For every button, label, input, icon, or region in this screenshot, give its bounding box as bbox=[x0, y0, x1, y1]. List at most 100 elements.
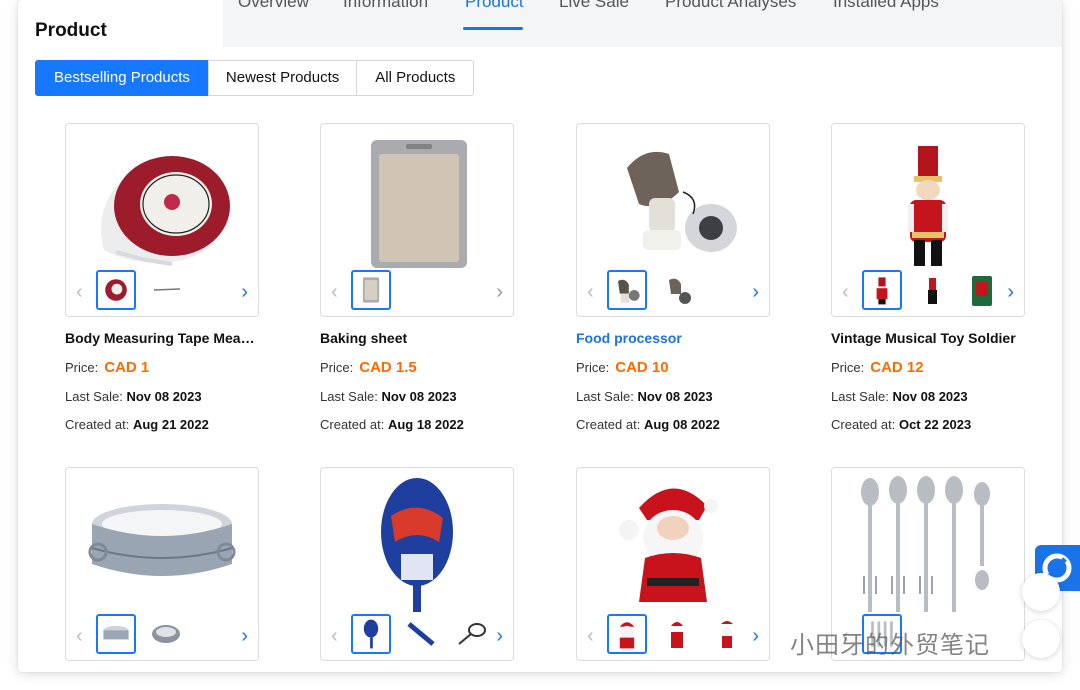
last-sale-date: Nov 08 2023 bbox=[892, 389, 968, 404]
thumbnail-strip bbox=[351, 614, 491, 654]
product-image bbox=[908, 146, 948, 266]
thumbnail[interactable] bbox=[96, 270, 136, 310]
thumbnail-strip bbox=[96, 270, 186, 310]
next-image-arrow[interactable]: › bbox=[752, 282, 759, 302]
product-image-carousel: ‹ › bbox=[65, 467, 259, 661]
product-card[interactable]: ‹ › Body Measuring Tape Meas... Price: CA… bbox=[65, 123, 259, 432]
product-price: CAD 12 bbox=[870, 359, 924, 376]
created-date: Aug 18 2022 bbox=[387, 417, 464, 432]
top-tab-bar: Overview Information Product Live Sale P… bbox=[223, 0, 1062, 47]
thumbnail-strip bbox=[607, 614, 747, 654]
price-label: Price: bbox=[831, 360, 865, 375]
product-card[interactable]: ‹ › bbox=[65, 467, 259, 661]
thumbnail[interactable] bbox=[962, 270, 1002, 310]
product-price-row: Price: CAD 10 bbox=[576, 359, 770, 376]
last-sale-label: Last Sale: bbox=[576, 389, 634, 404]
product-card[interactable]: ‹ › bbox=[576, 467, 770, 661]
product-image bbox=[619, 488, 718, 602]
created-date: Oct 22 2023 bbox=[898, 417, 972, 432]
prev-image-arrow[interactable]: ‹ bbox=[331, 626, 338, 646]
tab-product-analyses[interactable]: Product Analyses bbox=[665, 0, 796, 12]
floating-action-button[interactable] bbox=[1022, 573, 1060, 611]
next-image-arrow[interactable]: › bbox=[496, 626, 503, 646]
next-image-arrow[interactable]: › bbox=[496, 282, 503, 302]
product-price-row: Price: CAD 12 bbox=[831, 359, 1025, 376]
product-card[interactable]: ‹ › Baking sheet Price: CAD 1.5 Last Sale… bbox=[320, 123, 514, 432]
product-image-carousel: ‹ › bbox=[831, 123, 1025, 317]
product-card[interactable]: ‹ › bbox=[320, 467, 514, 661]
next-image-arrow[interactable]: › bbox=[752, 626, 759, 646]
product-card[interactable]: ‹ › Food processor Price: CAD 10 Last Sal… bbox=[576, 123, 770, 432]
thumbnail[interactable] bbox=[707, 614, 747, 654]
product-price: CAD 1 bbox=[104, 359, 150, 376]
created-row: Created at: Aug 18 2022 bbox=[320, 417, 514, 432]
product-name[interactable]: Food processor bbox=[576, 330, 770, 346]
product-panel: Product Overview Information Product Liv… bbox=[18, 0, 1062, 672]
thumbnail[interactable] bbox=[351, 614, 391, 654]
product-image-carousel: ‹ › bbox=[576, 467, 770, 661]
all-products-button[interactable]: All Products bbox=[356, 60, 475, 96]
last-sale-date: Nov 08 2023 bbox=[381, 389, 457, 404]
thumbnail-strip bbox=[351, 270, 391, 310]
next-image-arrow[interactable]: › bbox=[241, 626, 248, 646]
created-date: Aug 21 2022 bbox=[132, 417, 209, 432]
thumbnail[interactable] bbox=[96, 614, 136, 654]
newest-products-button[interactable]: Newest Products bbox=[207, 60, 358, 96]
thumbnail[interactable] bbox=[657, 614, 697, 654]
product-card[interactable]: ‹ › Vintage Musical Toy Soldier Price: CA… bbox=[831, 123, 1025, 432]
thumbnail[interactable] bbox=[862, 270, 902, 310]
last-sale-label: Last Sale: bbox=[65, 389, 123, 404]
page-title: Product bbox=[35, 20, 107, 41]
tab-product[interactable]: Product bbox=[465, 0, 524, 12]
tab-live-sale[interactable]: Live Sale bbox=[559, 0, 629, 12]
last-sale-date: Nov 08 2023 bbox=[126, 389, 202, 404]
floating-action-button[interactable] bbox=[1022, 620, 1060, 658]
created-label: Created at: bbox=[576, 417, 641, 432]
tab-information[interactable]: Information bbox=[343, 0, 428, 12]
next-image-arrow[interactable]: › bbox=[241, 282, 248, 302]
prev-image-arrow[interactable]: ‹ bbox=[842, 282, 849, 302]
thumbnail-strip bbox=[862, 270, 1002, 310]
created-label: Created at: bbox=[831, 417, 896, 432]
product-image bbox=[88, 504, 236, 576]
thumbnail[interactable] bbox=[451, 614, 491, 654]
prev-image-arrow[interactable]: ‹ bbox=[76, 282, 83, 302]
created-date: Aug 08 2022 bbox=[643, 417, 720, 432]
product-price: CAD 1.5 bbox=[359, 359, 417, 376]
thumbnail[interactable] bbox=[401, 614, 441, 654]
prev-image-arrow[interactable]: ‹ bbox=[76, 626, 83, 646]
product-image bbox=[101, 156, 230, 266]
tab-overview[interactable]: Overview bbox=[238, 0, 309, 12]
thumbnail[interactable] bbox=[607, 614, 647, 654]
product-name[interactable]: Baking sheet bbox=[320, 330, 514, 346]
product-name[interactable]: Body Measuring Tape Meas... bbox=[65, 330, 259, 346]
created-row: Created at: Oct 22 2023 bbox=[831, 417, 1025, 432]
last-sale-row: Last Sale: Nov 08 2023 bbox=[576, 389, 770, 404]
watermark-text: 小田牙的外贸笔记 bbox=[790, 631, 990, 659]
product-price-row: Price: CAD 1.5 bbox=[320, 359, 514, 376]
next-image-arrow[interactable]: › bbox=[1007, 282, 1014, 302]
thumbnail[interactable] bbox=[351, 270, 391, 310]
created-row: Created at: Aug 08 2022 bbox=[576, 417, 770, 432]
thumbnail[interactable] bbox=[146, 270, 186, 310]
thumbnail[interactable] bbox=[657, 270, 697, 310]
active-tab-indicator bbox=[463, 27, 523, 30]
product-image bbox=[861, 476, 990, 612]
thumbnail-strip bbox=[607, 270, 697, 310]
last-sale-row: Last Sale: Nov 08 2023 bbox=[65, 389, 259, 404]
created-row: Created at: Aug 21 2022 bbox=[65, 417, 259, 432]
prev-image-arrow[interactable]: ‹ bbox=[587, 282, 594, 302]
thumbnail[interactable] bbox=[146, 614, 186, 654]
product-name[interactable]: Vintage Musical Toy Soldier bbox=[831, 330, 1025, 346]
tab-installed-apps[interactable]: Installed Apps bbox=[833, 0, 939, 12]
bestselling-products-button[interactable]: Bestselling Products bbox=[35, 60, 209, 96]
prev-image-arrow[interactable]: ‹ bbox=[331, 282, 338, 302]
product-image-carousel: ‹ › bbox=[320, 123, 514, 317]
prev-image-arrow[interactable]: ‹ bbox=[587, 626, 594, 646]
product-image-carousel: ‹ › bbox=[576, 123, 770, 317]
thumbnail[interactable] bbox=[912, 270, 952, 310]
product-image-carousel: ‹ › bbox=[65, 123, 259, 317]
created-label: Created at: bbox=[320, 417, 385, 432]
last-sale-date: Nov 08 2023 bbox=[637, 389, 713, 404]
thumbnail[interactable] bbox=[607, 270, 647, 310]
